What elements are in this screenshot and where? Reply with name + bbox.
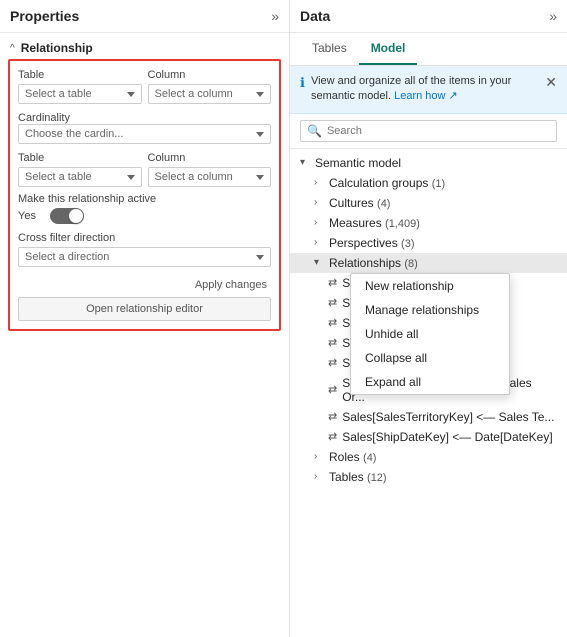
tree-item-calculation-groups[interactable]: › Calculation groups (1) (290, 173, 567, 193)
cardinality-label: Cardinality (18, 112, 70, 124)
data-expand-icon[interactable]: » (549, 8, 557, 24)
table-select-2[interactable]: Select a table (18, 167, 142, 187)
tree-item-measures[interactable]: › Measures (1,409) (290, 213, 567, 233)
rel-children-container: ⇄ Sales[ ⇄ Sales[ ⇄ Sales[ ⇄ Sales[F ⇄ S… (290, 273, 567, 447)
roles-chevron: › (314, 451, 324, 462)
search-input[interactable] (327, 125, 550, 137)
tree-item-perspectives[interactable]: › Perspectives (3) (290, 233, 567, 253)
rel-icon-6: ⇄ (328, 410, 337, 423)
calc-label: Calculation groups (1) (329, 176, 445, 190)
search-box: 🔍 (300, 120, 557, 142)
rel-chevron: ▾ (314, 257, 324, 268)
search-icon: 🔍 (307, 124, 322, 138)
rel-icon-7: ⇄ (328, 430, 337, 443)
table-label-2: Table (18, 152, 142, 164)
cross-filter-row: Cross filter direction Select a directio… (18, 232, 271, 267)
context-menu: New relationship Manage relationships Un… (350, 273, 510, 395)
tree-item-relationships[interactable]: ▾ Relationships (8) (290, 253, 567, 273)
table-field-1: Table Select a table (18, 69, 142, 104)
tree-area: ▾ Semantic model › Calculation groups (1… (290, 149, 567, 637)
cultures-label: Cultures (4) (329, 196, 390, 210)
info-bar: ℹ View and organize all of the items in … (290, 66, 567, 114)
active-section: Make this relationship active Yes (18, 193, 271, 224)
measures-chevron: › (314, 217, 324, 228)
data-title: Data (300, 8, 330, 24)
rel-icon-3: ⇄ (328, 336, 337, 349)
perspectives-label: Perspectives (3) (329, 236, 415, 250)
cardinality-select[interactable]: Choose the cardin... (18, 124, 271, 144)
tree-root[interactable]: ▾ Semantic model (290, 153, 567, 173)
cultures-chevron: › (314, 197, 324, 208)
ctx-new-relationship[interactable]: New relationship (351, 274, 509, 298)
active-toggle-row: Yes (18, 208, 271, 224)
relationship-section-header: ^ Relationship (0, 33, 289, 59)
tree-item-tables[interactable]: › Tables (12) (290, 467, 567, 487)
roles-label: Roles (4) (329, 450, 376, 464)
data-header: Data » (290, 0, 567, 33)
table-column-row-1: Table Select a table Column Select a col… (18, 69, 271, 104)
table-field-2: Table Select a table (18, 152, 142, 187)
direction-select[interactable]: Select a direction (18, 247, 271, 267)
tables-label: Tables (12) (329, 470, 387, 484)
rel-icon-2: ⇄ (328, 316, 337, 329)
learn-link[interactable]: Learn how ↗ (394, 90, 458, 102)
ctx-expand-all[interactable]: Expand all (351, 370, 509, 394)
column-select-2[interactable]: Select a column (148, 167, 272, 187)
rel-icon-4: ⇄ (328, 356, 337, 369)
ctx-manage-relationships[interactable]: Manage relationships (351, 298, 509, 322)
column-label-1: Column (148, 69, 272, 81)
toggle-knob (69, 209, 83, 223)
table-label-1: Table (18, 69, 142, 81)
column-field-1: Column Select a column (148, 69, 272, 104)
cross-filter-label: Cross filter direction (18, 232, 271, 244)
rel-icon-5: ⇄ (328, 383, 337, 396)
collapse-icon: ^ (10, 43, 15, 54)
tabs-row: Tables Model (290, 33, 567, 66)
right-panel: Data » Tables Model ℹ View and organize … (290, 0, 567, 637)
root-label: Semantic model (315, 156, 401, 170)
tables-chevron: › (314, 471, 324, 482)
apply-changes-row: Apply changes (18, 277, 271, 293)
properties-header: Properties » (0, 0, 289, 33)
column-label-2: Column (148, 152, 272, 164)
table-select-1[interactable]: Select a table (18, 84, 142, 104)
close-info-button[interactable]: ✕ (545, 74, 557, 91)
rel-child-7[interactable]: ⇄ Sales[ShipDateKey] <— Date[DateKey] (290, 427, 567, 447)
left-panel: Properties » ^ Relationship Table Select… (0, 0, 290, 637)
tree-item-roles[interactable]: › Roles (4) (290, 447, 567, 467)
rel-child-6[interactable]: ⇄ Sales[SalesTerritoryKey] <— Sales Te..… (290, 407, 567, 427)
section-label: Relationship (21, 41, 93, 55)
tab-tables[interactable]: Tables (300, 33, 359, 65)
tab-model[interactable]: Model (359, 33, 418, 65)
relationship-form: Table Select a table Column Select a col… (8, 59, 281, 331)
calc-chevron: › (314, 177, 324, 188)
info-bar-content: ℹ View and organize all of the items in … (300, 74, 539, 105)
rel-icon-1: ⇄ (328, 296, 337, 309)
column-field-2: Column Select a column (148, 152, 272, 187)
ctx-collapse-all[interactable]: Collapse all (351, 346, 509, 370)
ctx-unhide-all[interactable]: Unhide all (351, 322, 509, 346)
active-toggle[interactable] (50, 208, 84, 224)
rel-icon-0: ⇄ (328, 276, 337, 289)
info-text: View and organize all of the items in yo… (311, 74, 539, 105)
yes-label: Yes (18, 210, 36, 222)
tree-item-cultures[interactable]: › Cultures (4) (290, 193, 567, 213)
measures-label: Measures (1,409) (329, 216, 420, 230)
column-select-1[interactable]: Select a column (148, 84, 272, 104)
perspectives-chevron: › (314, 237, 324, 248)
apply-changes-button[interactable]: Apply changes (191, 277, 271, 293)
search-row: 🔍 (290, 114, 567, 149)
open-editor-button[interactable]: Open relationship editor (18, 297, 271, 321)
rel-label: Relationships (8) (329, 256, 418, 270)
active-label: Make this relationship active (18, 193, 271, 205)
cardinality-row: Cardinality Choose the cardin... (18, 110, 271, 144)
root-chevron: ▾ (300, 157, 310, 168)
properties-title: Properties (10, 8, 79, 24)
info-icon: ℹ (300, 75, 305, 91)
expand-icon[interactable]: » (271, 8, 279, 24)
table-column-row-2: Table Select a table Column Select a col… (18, 152, 271, 187)
